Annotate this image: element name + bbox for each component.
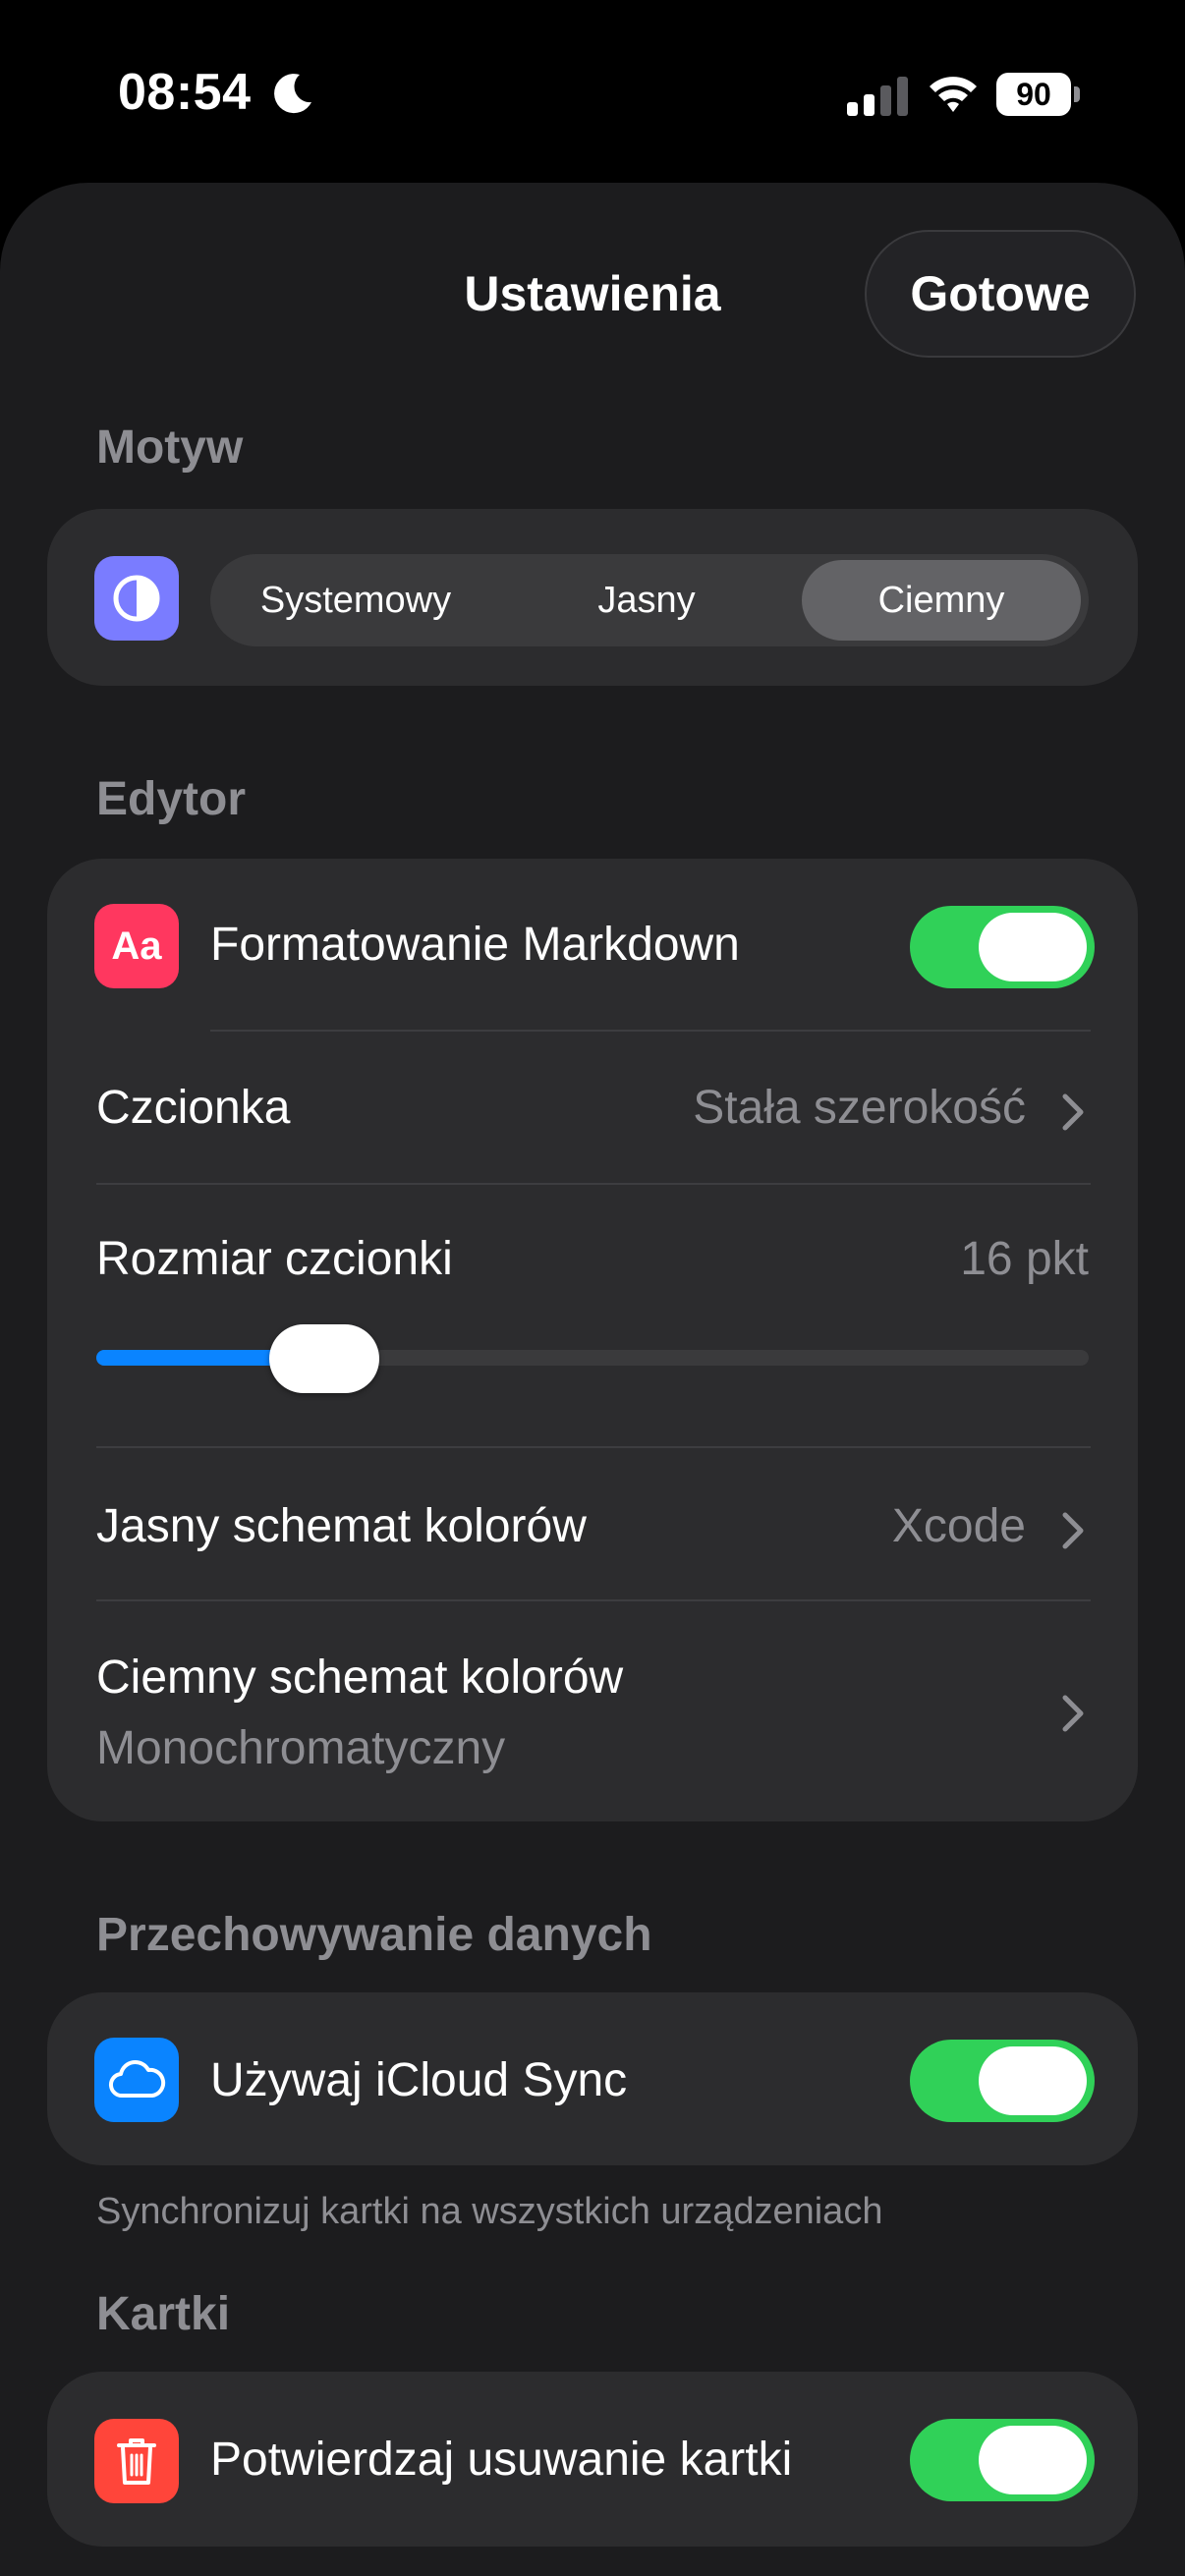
- section-header-theme: Motyw: [96, 421, 244, 474]
- divider: [96, 1446, 1091, 1448]
- divider: [96, 1599, 1091, 1601]
- toggle-knob: [979, 913, 1087, 981]
- chevron-right-icon: [1062, 1093, 1084, 1131]
- toggle-knob: [979, 2426, 1087, 2494]
- icloud-sync-label: Używaj iCloud Sync: [210, 2054, 628, 2106]
- storage-footnote: Synchronizuj kartki na wszystkich urządz…: [96, 2191, 883, 2232]
- chevron-right-icon: [1062, 1695, 1084, 1732]
- text-format-icon: Aa: [94, 904, 179, 988]
- font-size-value: 16 pkt: [960, 1233, 1089, 1285]
- cloud-icon: [94, 2038, 179, 2122]
- font-row[interactable]: Czcionka: [96, 1081, 290, 1135]
- status-time: 08:54: [118, 64, 252, 121]
- theme-option-light[interactable]: Jasny: [501, 554, 792, 646]
- confirm-delete-toggle[interactable]: [910, 2419, 1095, 2501]
- theme-option-dark[interactable]: Ciemny: [802, 560, 1081, 641]
- divider: [96, 1183, 1091, 1185]
- section-header-editor: Edytor: [96, 773, 247, 825]
- section-header-cards: Kartki: [96, 2288, 231, 2340]
- theme-segmented-control: Systemowy Jasny Ciemny: [210, 554, 1089, 646]
- section-header-storage: Przechowywanie danych: [96, 1909, 652, 1961]
- moon-icon: [274, 74, 311, 114]
- icloud-sync-toggle[interactable]: [910, 2040, 1095, 2122]
- toggle-knob: [979, 2046, 1087, 2115]
- chevron-right-icon: [1062, 1512, 1084, 1549]
- wifi-icon: [930, 77, 977, 112]
- battery-indicator: 90: [996, 73, 1081, 118]
- markdown-toggle[interactable]: [910, 906, 1095, 988]
- font-value: Stała szerokość: [693, 1082, 1026, 1134]
- theme-option-system[interactable]: Systemowy: [210, 554, 501, 646]
- font-size-label: Rozmiar czcionki: [96, 1233, 453, 1285]
- confirm-delete-label: Potwierdzaj usuwanie kartki: [210, 2434, 793, 2486]
- done-button[interactable]: Gotowe: [865, 230, 1136, 358]
- light-scheme-value: Xcode: [891, 1500, 1026, 1552]
- cellular-signal-icon: [847, 77, 908, 116]
- slider-thumb[interactable]: [269, 1324, 380, 1393]
- light-scheme-row[interactable]: Jasny schemat kolorów: [96, 1499, 587, 1553]
- theme-contrast-icon: [94, 556, 179, 641]
- battery-level: 90: [996, 73, 1071, 116]
- dark-scheme-value: Monochromatyczny: [96, 1722, 506, 1774]
- trash-icon: [94, 2419, 179, 2503]
- status-bar: 08:54 90: [0, 0, 1185, 187]
- font-size-slider[interactable]: [96, 1350, 1089, 1366]
- markdown-label: Formatowanie Markdown: [210, 919, 740, 971]
- dark-scheme-row[interactable]: Ciemny schemat kolorów: [96, 1651, 623, 1705]
- battery-cap: [1074, 86, 1080, 102]
- divider: [210, 1030, 1091, 1032]
